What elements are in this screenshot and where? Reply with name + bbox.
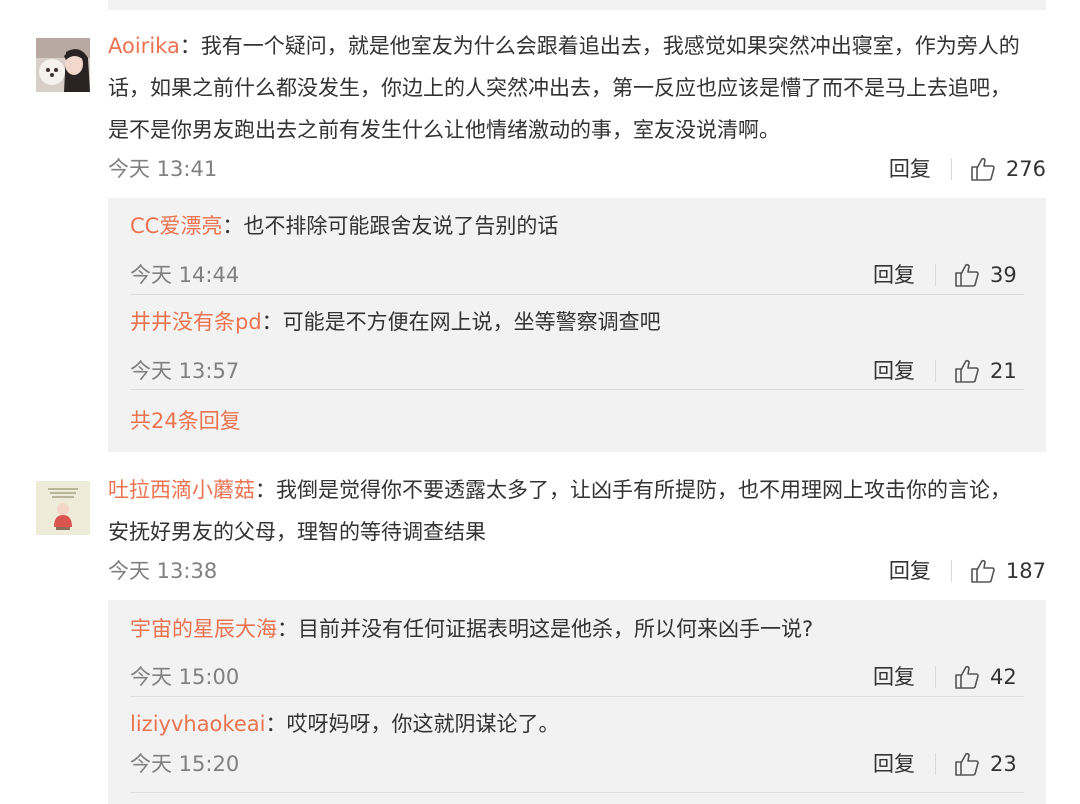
comment-text-line: ：我有一个疑问，就是他室友为什么会跟着追出去，我感觉如果突然冲出寝室，作为旁人的 [179, 34, 1020, 58]
avatar[interactable] [36, 481, 90, 535]
previous-reply-panel-edge [108, 0, 1046, 10]
reply-divider [130, 294, 1024, 295]
like-count: 23 [990, 752, 1017, 776]
like-count: 276 [1005, 157, 1046, 181]
reply-text: ：也不排除可能跟舍友说了告别的话 [222, 214, 559, 238]
comment-meta: 今天 13:41 回复 276 [108, 152, 1046, 186]
avatar[interactable] [36, 38, 90, 92]
reply-username[interactable]: CC爱漂亮 [130, 214, 222, 238]
reply-button[interactable]: 回复 [873, 354, 915, 388]
thumbs-up-icon[interactable] [970, 558, 996, 584]
avatar-girl-with-dog-icon [36, 38, 90, 92]
reply-panel: 宇宙的星辰大海：目前并没有任何证据表明这是他杀，所以何来凶手一说? 今天 15:… [108, 600, 1046, 804]
reply-text: ：哎呀妈呀，你这就阴谋论了。 [265, 712, 560, 736]
reply-button[interactable]: 回复 [889, 554, 931, 588]
like-count: 21 [990, 359, 1017, 383]
like-count: 39 [990, 263, 1017, 287]
reply-timestamp: 今天 13:57 [130, 359, 240, 383]
divider [935, 666, 936, 688]
like-count: 187 [1005, 559, 1046, 583]
reply-panel: CC爱漂亮：也不排除可能跟舍友说了告别的话 今天 14:44 回复 39 井井没… [108, 198, 1046, 452]
comment-meta: 今天 13:38 回复 187 [108, 554, 1046, 588]
comment-text-line: 是不是你男友跑出去之前有发生什么让他情绪激动的事，室友没说清啊。 [108, 118, 780, 142]
thumbs-up-icon[interactable] [954, 262, 980, 288]
comment-text-line: 安抚好男友的父母，理智的等待调查结果 [108, 520, 486, 544]
thumbs-up-icon[interactable] [954, 664, 980, 690]
reply-username[interactable]: 宇宙的星辰大海 [130, 617, 277, 641]
more-replies-link[interactable]: 共24条回复 [130, 401, 241, 441]
reply-text: ：目前并没有任何证据表明这是他杀，所以何来凶手一说? [277, 617, 814, 641]
reply-divider [130, 696, 1024, 697]
comment-username[interactable]: 吐拉西滴小蘑菇 [108, 478, 255, 502]
comment-timestamp: 今天 13:41 [108, 157, 218, 181]
comment-username[interactable]: Aoirika [108, 34, 180, 58]
reply-timestamp: 今天 15:20 [130, 752, 240, 776]
reply-button[interactable]: 回复 [873, 258, 915, 292]
reply-button[interactable]: 回复 [889, 152, 931, 186]
reply-text: ：可能是不方便在网上说，坐等警察调查吧 [261, 310, 661, 334]
divider [935, 360, 936, 382]
divider [935, 753, 936, 775]
reply-divider [130, 389, 1024, 390]
reply-timestamp: 今天 15:00 [130, 665, 240, 689]
thumbs-up-icon[interactable] [954, 751, 980, 777]
like-count: 42 [990, 665, 1017, 689]
divider [950, 560, 952, 582]
thumbs-up-icon[interactable] [954, 358, 980, 384]
avatar-cartoon-icon [36, 481, 90, 535]
divider [935, 264, 936, 286]
divider [950, 158, 952, 180]
reply-username[interactable]: liziyvhaokeai [130, 712, 265, 736]
reply-divider [130, 792, 1024, 793]
comment-body: 吐拉西滴小蘑菇：我倒是觉得你不要透露太多了，让凶手有所提防，也不用理网上攻击你的… [108, 469, 1038, 553]
reply-button[interactable]: 回复 [873, 660, 915, 694]
reply-username[interactable]: 井井没有条pd [130, 310, 262, 334]
reply-timestamp: 今天 14:44 [130, 263, 240, 287]
reply-button[interactable]: 回复 [873, 747, 915, 781]
comment-text-line: 话，如果之前什么都没发生，你边上的人突然冲出去，第一反应也应该是懵了而不是马上去… [108, 76, 1011, 100]
comment-text-line: ：我倒是觉得你不要透露太多了，让凶手有所提防，也不用理网上攻击你的言论， [255, 478, 1011, 502]
comment-timestamp: 今天 13:38 [108, 559, 218, 583]
comment-body: Aoirika：我有一个疑问，就是他室友为什么会跟着追出去，我感觉如果突然冲出寝… [108, 25, 1038, 151]
thumbs-up-icon[interactable] [970, 156, 996, 182]
